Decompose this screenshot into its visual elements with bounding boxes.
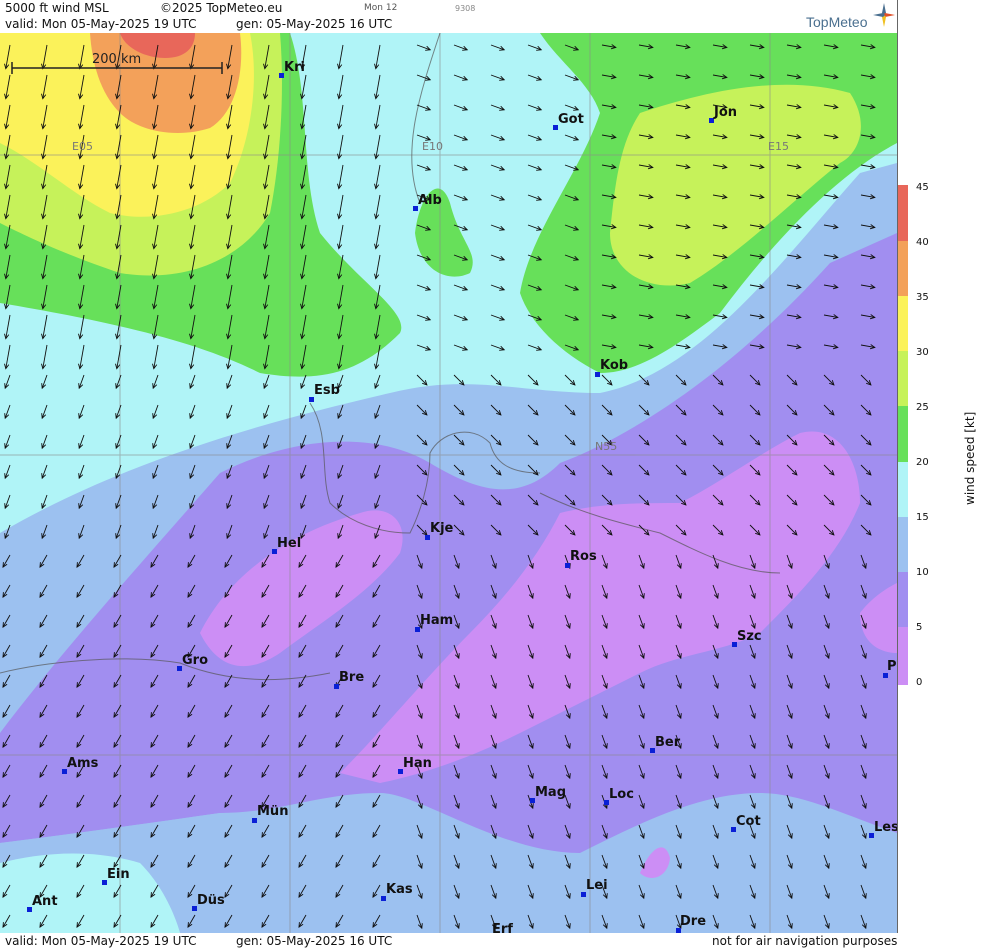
city-p[interactable]: P	[887, 659, 897, 674]
colorbar-25-30	[898, 351, 908, 406]
copyright-text: ©2025 TopMeteo.eu	[160, 1, 283, 15]
city-ham[interactable]: Ham	[420, 613, 453, 628]
colorbar-20-25	[898, 406, 908, 462]
city-gro[interactable]: Gro	[182, 653, 208, 668]
colorbar-40-45	[898, 185, 908, 241]
grid-label-e10: E10	[422, 140, 443, 153]
city-ros[interactable]: Ros	[570, 549, 597, 564]
topmeteo-logo: TopMeteo	[806, 14, 868, 30]
product-title: 5000 ft wind MSL	[5, 1, 109, 15]
city-cot[interactable]: Cot	[736, 814, 761, 829]
colorbar-tick-15: 15	[916, 512, 929, 523]
colorbar-35-40	[898, 241, 908, 296]
grid-label-e15: E15	[768, 140, 789, 153]
colorbar-title: wind speed [kt]	[963, 411, 977, 505]
valid-time: valid: Mon 05-May-2025 19 UTC	[5, 17, 197, 31]
city-kas[interactable]: Kas	[386, 882, 413, 897]
city-mun[interactable]: Mün	[257, 804, 288, 819]
compass-star-icon	[873, 3, 895, 27]
city-szc[interactable]: Szc	[737, 629, 762, 644]
footer-valid-time: valid: Mon 05-May-2025 19 UTC	[5, 934, 197, 948]
run-code: Mon 12	[364, 3, 398, 13]
city-ams[interactable]: Ams	[67, 756, 98, 771]
grid-label-n55: N55	[595, 440, 618, 453]
code-number: 9308	[455, 4, 476, 13]
colorbar-tick-0: 0	[916, 677, 923, 688]
city-mag[interactable]: Mag	[535, 785, 566, 800]
scale-label: 200 km	[92, 52, 142, 67]
city-ein[interactable]: Ein	[107, 867, 130, 882]
city-kob[interactable]: Kob	[600, 358, 628, 373]
wind-field-svg	[0, 33, 897, 933]
grid-label-e05: E05	[72, 140, 93, 153]
city-kri[interactable]: Kri	[284, 60, 305, 75]
colorbar-5-10	[898, 572, 908, 627]
city-erf[interactable]: Erf	[492, 922, 513, 933]
city-lei[interactable]: Lei	[586, 878, 608, 893]
colorbar-tick-40: 40	[916, 237, 929, 248]
city-les[interactable]: Les	[874, 820, 897, 835]
colorbar-tick-5: 5	[916, 622, 923, 633]
colorbar-tick-30: 30	[916, 347, 929, 358]
colorbar-tick-20: 20	[916, 457, 929, 468]
map-header: 5000 ft wind MSL ©2025 TopMeteo.eu Mon 1…	[0, 0, 898, 33]
city-got[interactable]: Got	[558, 112, 584, 127]
city-ant[interactable]: Ant	[32, 894, 58, 909]
city-ber[interactable]: Ber	[655, 735, 680, 750]
city-alb[interactable]: Alb	[418, 193, 442, 208]
city-esb[interactable]: Esb	[314, 383, 340, 398]
colorbar-tick-35: 35	[916, 292, 929, 303]
city-dus[interactable]: Düs	[197, 893, 225, 908]
city-kje[interactable]: Kje	[430, 521, 453, 536]
colorbar-tick-25: 25	[916, 402, 929, 413]
city-jon[interactable]: Jon	[714, 105, 737, 120]
generated-time: gen: 05-May-2025 16 UTC	[236, 17, 393, 31]
city-dre[interactable]: Dre	[680, 914, 706, 929]
map-footer: valid: Mon 05-May-2025 19 UTC gen: 05-Ma…	[0, 933, 898, 949]
footer-generated-time: gen: 05-May-2025 16 UTC	[236, 934, 393, 948]
wind-map[interactable]: 200 km E05 E10 E15 N55 Kri Got Jon Alb E…	[0, 33, 897, 933]
colorbar-0-5	[898, 627, 908, 685]
colorbar-30-35	[898, 296, 908, 351]
city-hel[interactable]: Hel	[277, 536, 301, 551]
city-loc[interactable]: Loc	[609, 787, 634, 802]
colorbar-tick-45: 45	[916, 182, 929, 193]
city-han[interactable]: Han	[403, 756, 432, 771]
colorbar	[898, 185, 908, 685]
colorbar-10-15	[898, 517, 908, 572]
disclaimer-text: not for air navigation purposes	[712, 934, 898, 948]
colorbar-15-20	[898, 462, 908, 517]
colorbar-tick-10: 10	[916, 567, 929, 578]
city-bre[interactable]: Bre	[339, 670, 364, 685]
